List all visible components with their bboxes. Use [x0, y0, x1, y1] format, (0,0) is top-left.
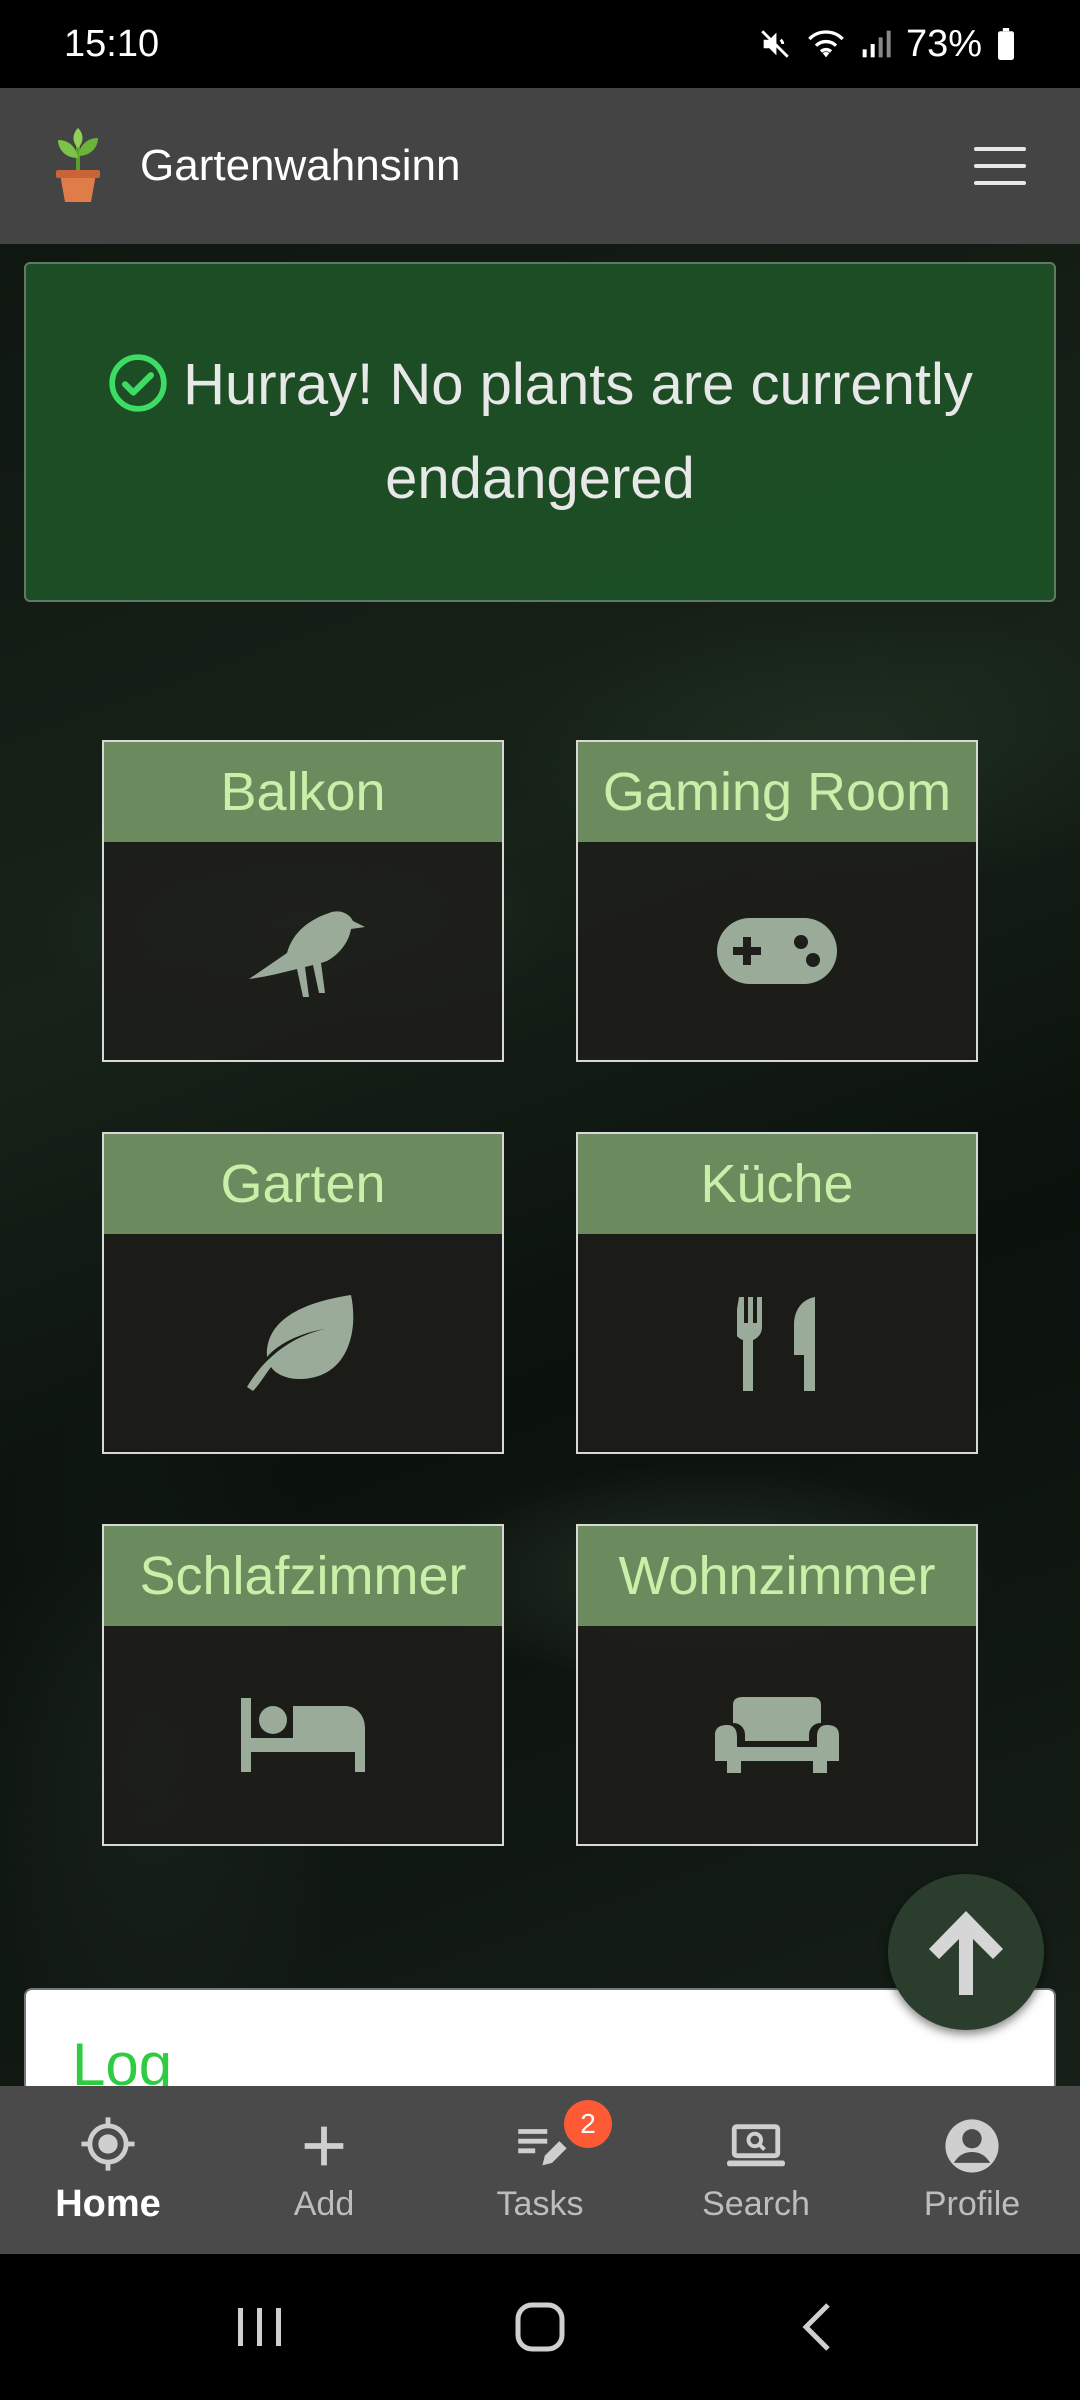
recent-apps-icon[interactable] — [232, 2302, 288, 2352]
system-navigation-bar — [0, 2254, 1080, 2400]
battery-percent: 73% — [905, 22, 982, 65]
battery-icon — [998, 28, 1014, 60]
main-content: Hurray! No plants are currently endanger… — [0, 244, 1080, 2086]
room-tile-schlafzimmer[interactable]: Schlafzimmer — [102, 1524, 504, 1846]
nav-search[interactable]: Search — [648, 2086, 864, 2254]
tasks-badge: 2 — [564, 2100, 612, 2148]
room-name: Balkon — [104, 742, 502, 842]
room-name: Gaming Room — [578, 742, 976, 842]
nav-label: Profile — [923, 2184, 1021, 2223]
room-name: Schlafzimmer — [104, 1526, 502, 1626]
nav-tasks[interactable]: Tasks 2 — [432, 2086, 648, 2254]
nav-label: Search — [702, 2184, 810, 2223]
signal-icon — [862, 30, 891, 58]
mute-icon — [761, 30, 789, 58]
app-title: Gartenwahnsinn — [140, 141, 461, 190]
nav-profile[interactable]: Profile — [864, 2086, 1080, 2254]
plus-icon — [304, 2126, 344, 2165]
utensils-icon — [737, 1297, 815, 1391]
room-tile-wohnzimmer[interactable]: Wohnzimmer — [576, 1524, 978, 1846]
alert-message: Hurray! No plants are currently endanger… — [183, 352, 973, 511]
scroll-to-top-button[interactable] — [888, 1874, 1044, 2030]
nav-add[interactable]: Add — [216, 2086, 432, 2254]
bottom-navigation: Home Add Tasks 2 Search Profile — [0, 2086, 1080, 2254]
crow-icon — [249, 911, 365, 997]
nav-label: Tasks — [496, 2184, 584, 2223]
room-name: Wohnzimmer — [578, 1526, 976, 1626]
edit-list-icon — [518, 2128, 567, 2165]
leaf-icon — [247, 1295, 354, 1391]
log-card: Log — [24, 1988, 1056, 2086]
nav-label: Add — [293, 2184, 355, 2223]
wifi-icon — [808, 30, 844, 58]
hamburger-menu-icon[interactable] — [970, 141, 1030, 191]
room-name: Garten — [104, 1134, 502, 1234]
account-circle-icon — [945, 2118, 999, 2173]
back-icon[interactable] — [792, 2299, 848, 2355]
potted-plant-logo-icon[interactable] — [50, 128, 106, 204]
room-tile-kueche[interactable]: Küche — [576, 1132, 978, 1454]
crosshair-icon — [81, 2116, 135, 2171]
status-alert: Hurray! No plants are currently endanger… — [24, 262, 1056, 602]
room-tile-garten[interactable]: Garten — [102, 1132, 504, 1454]
laptop-search-icon — [727, 2123, 785, 2166]
bed-icon — [241, 1698, 365, 1772]
screen: 15:10 73% Gartenwahnsinn Hurray! No plan… — [0, 0, 1080, 2400]
status-bar: 15:10 73% — [0, 0, 1080, 88]
arrow-up-icon — [929, 1911, 1003, 1995]
couch-icon — [715, 1697, 839, 1773]
status-icons: 73% — [758, 23, 1016, 66]
gamepad-icon — [717, 918, 837, 984]
nav-home[interactable]: Home — [0, 2086, 216, 2254]
app-bar: Gartenwahnsinn — [0, 88, 1080, 244]
room-tile-balkon[interactable]: Balkon — [102, 740, 504, 1062]
room-tile-gaming-room[interactable]: Gaming Room — [576, 740, 978, 1062]
status-time: 15:10 — [64, 22, 160, 65]
log-title: Log — [72, 2031, 173, 2086]
home-system-icon[interactable] — [512, 2299, 568, 2355]
check-circle-icon — [109, 354, 167, 412]
nav-label: Home — [55, 2182, 161, 2225]
room-name: Küche — [578, 1134, 976, 1234]
